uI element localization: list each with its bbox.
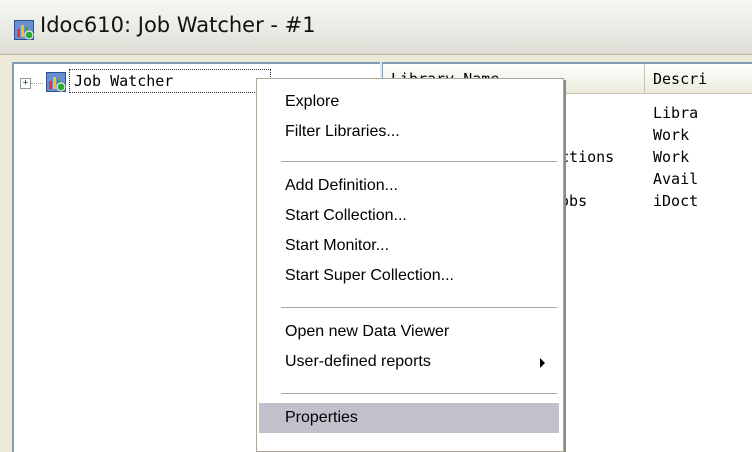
menu-separator — [281, 161, 557, 162]
list-cell-description: Work — [653, 126, 690, 144]
list-cell-name — [551, 124, 643, 146]
menu-item-properties[interactable]: Properties — [259, 403, 559, 433]
column-header-description[interactable]: Descri — [645, 64, 752, 94]
submenu-arrow-icon — [540, 358, 545, 368]
list-cell-description: iDoct — [653, 192, 699, 210]
list-cell-name — [551, 102, 643, 124]
list-cell-description: Work — [653, 148, 690, 166]
context-menu: Explore Filter Libraries... Add Definiti… — [256, 78, 564, 452]
menu-item-start-super-collection[interactable]: Start Super Collection... — [259, 261, 559, 291]
menu-separator — [281, 393, 557, 394]
expand-toggle[interactable]: + — [20, 78, 31, 89]
menu-separator — [281, 307, 557, 308]
list-cell-name: s — [551, 168, 643, 190]
job-watcher-icon — [14, 20, 34, 40]
tree-node-job-watcher[interactable]: Job Watcher — [69, 69, 271, 93]
menu-item-label: User-defined reports — [285, 353, 431, 370]
tree-connector — [31, 83, 43, 84]
menu-item-add-definition[interactable]: Add Definition... — [259, 171, 559, 201]
list-cell-description: Avail — [653, 170, 699, 188]
list-cell-description: Libra — [653, 104, 699, 122]
menu-item-start-collection[interactable]: Start Collection... — [259, 201, 559, 231]
menu-item-user-defined-reports[interactable]: User-defined reports — [259, 347, 559, 377]
menu-item-filter-libraries[interactable]: Filter Libraries... — [259, 117, 559, 147]
list-cell-name: jobs — [551, 192, 588, 210]
job-watcher-window: Idoc610: Job Watcher - #1 + Job Watcher … — [0, 0, 752, 452]
list-cell-name: ections — [551, 148, 615, 166]
window-title: Idoc610: Job Watcher - #1 — [40, 13, 316, 37]
job-watcher-icon — [46, 72, 66, 92]
title-bar: Idoc610: Job Watcher - #1 — [0, 0, 752, 55]
menu-item-start-monitor[interactable]: Start Monitor... — [259, 231, 559, 261]
menu-item-explore[interactable]: Explore — [259, 87, 559, 117]
menu-item-open-data-viewer[interactable]: Open new Data Viewer — [259, 317, 559, 347]
